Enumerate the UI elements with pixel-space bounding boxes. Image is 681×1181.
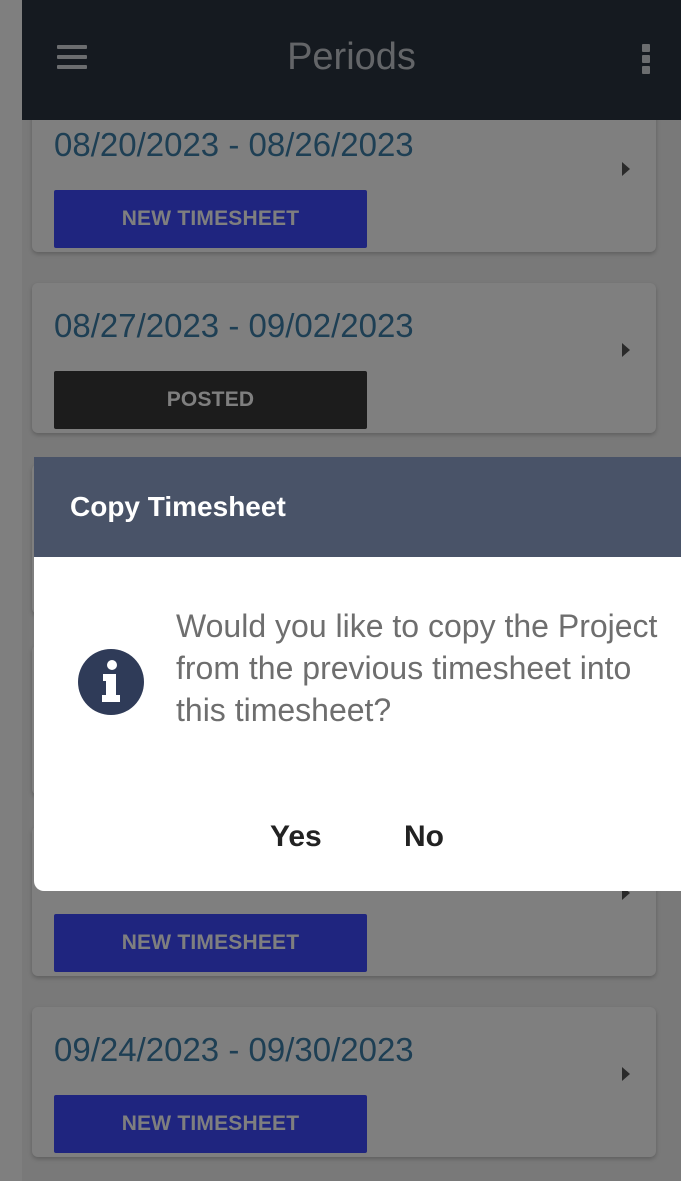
copy-timesheet-dialog: Copy Timesheet Would you like to copy th… xyxy=(34,457,681,891)
yes-button[interactable]: Yes xyxy=(264,812,328,862)
info-icon xyxy=(78,649,144,715)
dialog-title: Copy Timesheet xyxy=(70,491,286,522)
dialog-header: Copy Timesheet xyxy=(34,457,681,557)
dialog-message: Would you like to copy the Project from … xyxy=(176,608,658,728)
dialog-actions: Yes No xyxy=(34,812,681,862)
no-button[interactable]: No xyxy=(398,812,450,862)
